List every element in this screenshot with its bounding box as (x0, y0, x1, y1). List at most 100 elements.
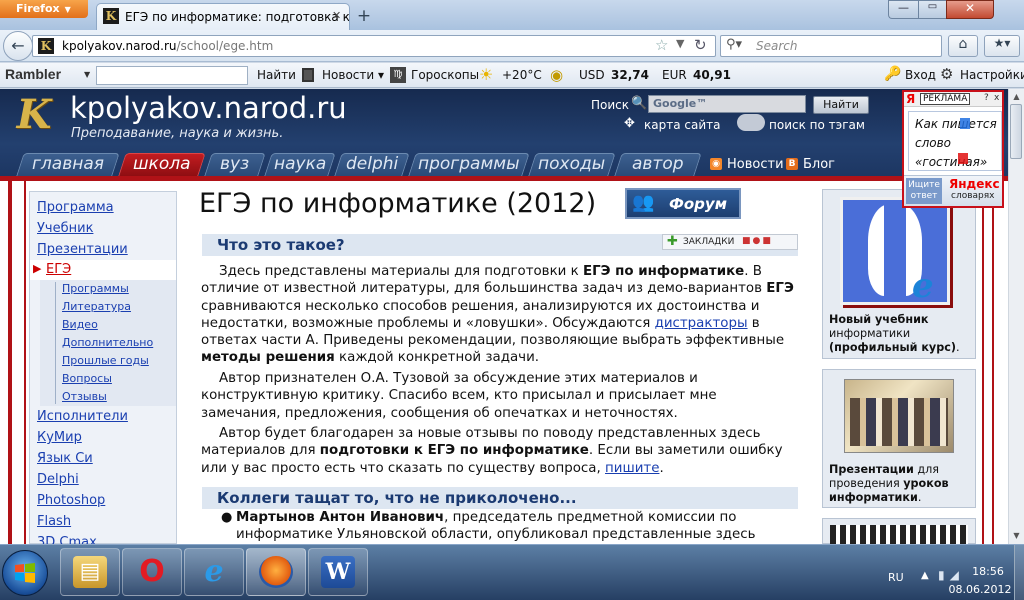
write-link[interactable]: пишите (605, 461, 659, 476)
show-desktop-button[interactable] (1014, 545, 1024, 600)
sidebar-item-photoshop[interactable]: Photoshop (37, 493, 105, 508)
site-logo[interactable]: K (10, 92, 58, 138)
blog-icon[interactable]: B (786, 158, 798, 170)
nav-tab-delphi[interactable]: delphi (334, 153, 410, 176)
nav-tab-programs[interactable]: программы (408, 153, 530, 176)
sidebar-item-ege[interactable]: ЕГЭ (46, 262, 71, 277)
rambler-search-input[interactable] (96, 66, 248, 85)
textbook-cover-art (884, 204, 906, 296)
nav-tab-home[interactable]: главная (16, 153, 120, 176)
word-icon: W (321, 556, 355, 588)
minimize-button[interactable]: — (888, 0, 918, 19)
sitemap-link[interactable]: карта сайта (644, 118, 720, 132)
sidebar-item-kumir[interactable]: КуМир (37, 430, 82, 445)
sidebar-item-delphi[interactable]: Delphi (37, 472, 79, 487)
url-text[interactable]: kpolyakov.narod.ru/school/ege.htm (62, 39, 273, 53)
sidebar-sub-questions[interactable]: Вопросы (62, 372, 112, 385)
nav-tab-university[interactable]: вуз (204, 153, 266, 176)
bookmarks-button[interactable]: ★▾ (984, 35, 1020, 57)
site-search-button[interactable]: Найти (813, 96, 869, 114)
clock-date[interactable]: 08.06.2012 (945, 583, 1015, 596)
sidebar-sub-past-years[interactable]: Прошлые годы (62, 354, 149, 367)
usd-label[interactable]: USD (579, 68, 605, 82)
browser-tab[interactable]: ЕГЭ по информатике: подготовка к ЕГЭ... (96, 3, 350, 30)
url-favicon-icon: K (38, 38, 54, 54)
rambler-horoscope-button[interactable]: Гороскопы (411, 68, 479, 82)
scrollbar-thumb[interactable] (1010, 104, 1022, 159)
abacus-image[interactable] (830, 525, 968, 544)
sidebar-item-flash[interactable]: Flash (37, 514, 71, 529)
horoscope-icon: ♍ (390, 67, 406, 83)
sidebar-item-presentations[interactable]: Презентации (37, 242, 128, 257)
share-icons[interactable]: ■●■ (742, 236, 773, 246)
site-title[interactable]: kpolyakov.narod.ru (70, 91, 347, 125)
chevron-down-icon[interactable]: ▼ (84, 70, 90, 79)
page-title: ЕГЭ по информатике (2012) (199, 188, 597, 219)
sidebar-item-executors[interactable]: Исполнители (37, 409, 128, 424)
paragraph-thanks: Автор признателен О.А. Тузовой за обсужд… (201, 371, 717, 421)
sidebar-sub-programs[interactable]: Программы (62, 282, 129, 295)
maximize-button[interactable]: ▭ (918, 0, 946, 19)
sidebar-item-textbook[interactable]: Учебник (37, 221, 93, 236)
rss-news-link[interactable]: Новости (727, 157, 784, 172)
rss-icon[interactable]: ◉ (710, 158, 722, 170)
distractors-link[interactable]: дистракторы (655, 316, 748, 331)
eur-label[interactable]: EUR (662, 68, 687, 82)
sidebar-sub-literature[interactable]: Литература (62, 300, 131, 313)
search-bar[interactable] (720, 35, 942, 57)
section-header-colleagues: Коллеги тащат то, что не приколочено... (202, 487, 798, 509)
new-tab-button[interactable]: + (352, 4, 376, 28)
rambler-logo[interactable]: Rambler (5, 66, 61, 82)
nav-tab-label: вуз (220, 154, 250, 174)
help-icon[interactable]: ? (984, 93, 989, 103)
clock-time[interactable]: 18:56 (958, 565, 1018, 578)
opera-icon: O (139, 554, 165, 589)
nav-tab-school[interactable]: школа (118, 153, 206, 176)
sidebar-sub-video[interactable]: Видео (62, 318, 98, 331)
site-search-input[interactable]: Google™ (648, 95, 806, 113)
yandex-phrase[interactable]: Как пишется слово «гостиная» (908, 111, 1002, 171)
bookmarks-share-button[interactable]: ЗАКЛАДКИ (662, 234, 798, 250)
rambler-settings-button[interactable]: Настройки (960, 68, 1024, 82)
sidebar-sub-additional[interactable]: Дополнительно (62, 336, 153, 349)
close-tab-icon[interactable]: ✕ (332, 9, 341, 22)
nav-tab-author[interactable]: автор (614, 153, 702, 176)
sidebar-item-program[interactable]: Программа (37, 200, 114, 215)
rambler-news-button[interactable]: Новости ▾ (322, 68, 384, 82)
submenu-line (55, 282, 56, 404)
url-dropdown-icon[interactable]: ▼ (676, 37, 684, 50)
firefox-menu-button[interactable]: Firefox ▼ (0, 0, 88, 18)
sidebar-sub-reviews[interactable]: Отзывы (62, 390, 107, 403)
search-engine-icon[interactable]: ⚲▾ (726, 37, 742, 52)
textbook-caption[interactable]: Новый учебник информатики (профильный курс… (829, 313, 960, 355)
yandex-search-button[interactable]: Ищите ответ (906, 178, 942, 204)
home-button[interactable]: ⌂ (948, 35, 978, 57)
tag-search-link[interactable]: поиск по тэгам (769, 118, 865, 132)
close-icon[interactable]: x (994, 93, 999, 103)
nav-tab-hikes[interactable]: походы (528, 153, 616, 176)
yandex-brand[interactable]: Яндекс (949, 177, 1000, 191)
scroll-down-icon[interactable]: ▼ (1009, 528, 1024, 543)
close-window-button[interactable]: ✕ (946, 0, 994, 19)
bookmark-star-icon[interactable]: ☆ (655, 36, 668, 54)
rambler-login-button[interactable]: Вход (905, 68, 936, 82)
nav-tab-label: наука (273, 154, 327, 174)
plus-icon[interactable]: ✚ (667, 234, 678, 249)
back-button[interactable]: ← (3, 31, 33, 61)
rambler-weather[interactable]: +20°C (502, 68, 542, 82)
language-indicator[interactable]: RU (888, 571, 904, 584)
reload-icon[interactable]: ↻ (694, 36, 707, 54)
nav-tab-science[interactable]: наука (264, 153, 336, 176)
blog-link[interactable]: Блог (803, 157, 835, 172)
sidebar-item-c[interactable]: Язык Си (37, 451, 93, 466)
forum-label: Форум (669, 195, 727, 213)
sitemap-icon: ✥ (624, 116, 635, 131)
chevron-down-icon: ▼ (64, 5, 71, 14)
scroll-up-icon[interactable]: ▲ (1009, 89, 1024, 104)
rambler-find-button[interactable]: Найти (257, 68, 296, 82)
presentations-caption[interactable]: Презентации для проведения уроков информ… (829, 463, 971, 505)
tray-expand-icon[interactable]: ▲ (921, 570, 929, 581)
folder-icon: ▤ (73, 556, 107, 588)
paragraph-feedback: Автор будет благодарен за новые отзывы п… (201, 426, 783, 476)
search-placeholder[interactable]: Search (756, 39, 798, 53)
